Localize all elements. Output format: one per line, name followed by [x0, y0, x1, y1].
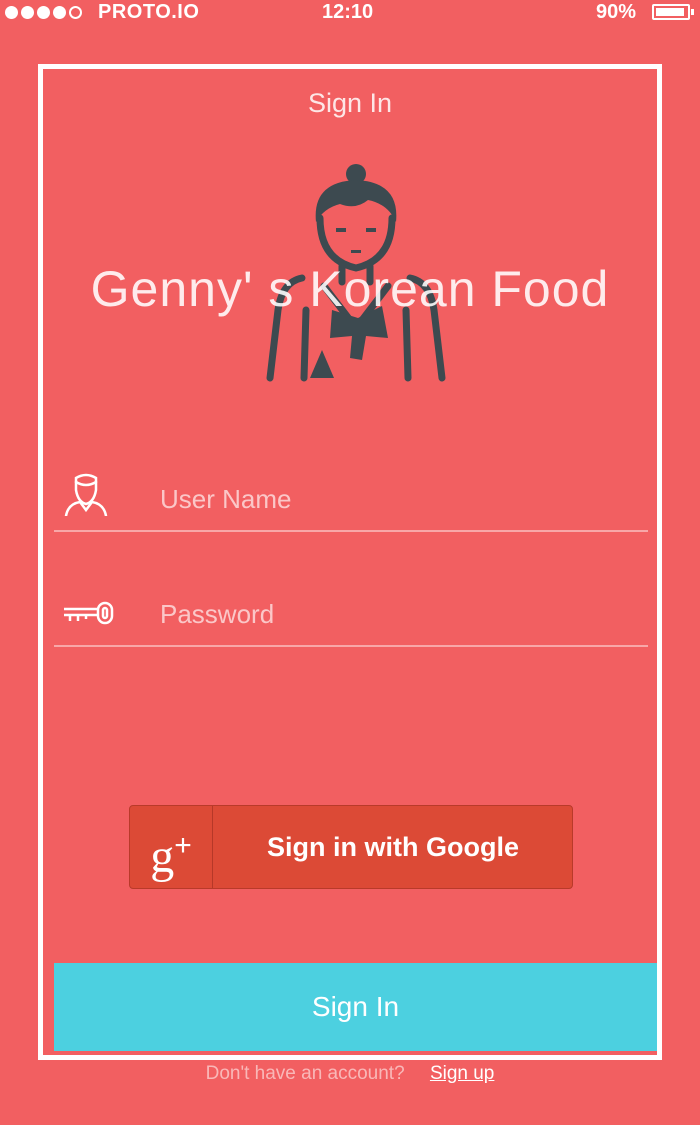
- username-input[interactable]: [158, 478, 632, 520]
- signup-prompt: Don't have an account?: [205, 1063, 405, 1084]
- signal-strength-icon: [5, 6, 82, 19]
- password-input[interactable]: [158, 593, 632, 635]
- username-field-row: [54, 460, 648, 532]
- battery-icon: [652, 4, 694, 20]
- status-time: 12:10: [322, 1, 374, 23]
- carrier-name: PROTO.IO: [98, 1, 200, 23]
- status-bar: PROTO.IO 12:10 90%: [0, 0, 700, 26]
- signup-footer: Don't have an account? Sign up: [0, 1063, 700, 1085]
- signup-link[interactable]: Sign up: [430, 1063, 494, 1084]
- password-field-row: [54, 575, 648, 647]
- key-icon: [64, 601, 114, 625]
- user-icon: [64, 473, 108, 516]
- signin-button[interactable]: Sign In: [54, 963, 657, 1051]
- google-plus-icon: g+: [130, 806, 213, 888]
- google-signin-label: Sign in with Google: [267, 832, 519, 862]
- battery-percent: 90%: [596, 1, 637, 23]
- screen-title: Sign In: [307, 88, 393, 118]
- google-signin-button[interactable]: g+ Sign in with Google: [129, 805, 573, 889]
- brand-title: Genny' s Korean Food: [90, 261, 610, 317]
